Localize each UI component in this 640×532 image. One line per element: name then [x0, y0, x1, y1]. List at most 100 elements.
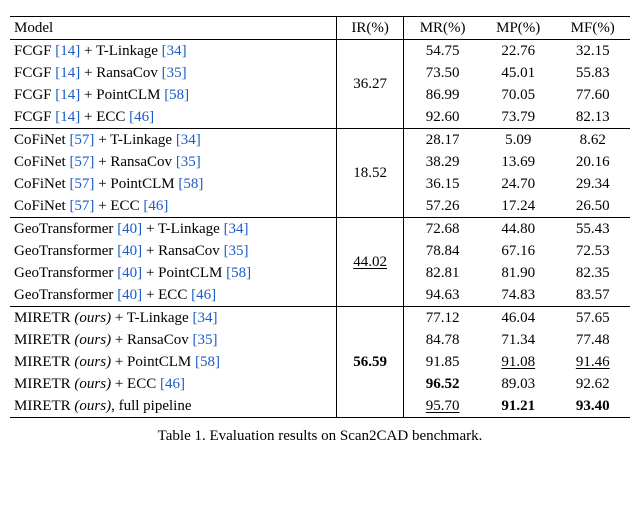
mp-cell: 13.69: [481, 151, 555, 173]
citation: [35]: [192, 332, 217, 348]
mr-cell: 57.26: [404, 195, 481, 218]
citation: [58]: [226, 265, 251, 281]
model-cell: FCGF [14] + ECC [46]: [10, 106, 336, 129]
mp-cell: 91.08: [481, 351, 555, 373]
citation: [40]: [117, 243, 142, 259]
citation: [14]: [55, 43, 80, 59]
col-mr: MR(%): [404, 17, 481, 40]
citation: [46]: [160, 376, 185, 392]
mp-cell: 24.70: [481, 173, 555, 195]
ir-cell: 36.27: [336, 40, 403, 129]
table-row: FCGF [14] + RansaCov [35]73.5045.0155.83: [10, 62, 630, 84]
model-cell: GeoTransformer [40] + RansaCov [35]: [10, 240, 336, 262]
mp-cell: 73.79: [481, 106, 555, 129]
citation: [14]: [55, 109, 80, 125]
table-row: MIRETR (ours) + RansaCov [35]84.7871.347…: [10, 329, 630, 351]
model-cell: MIRETR (ours) + T-Linkage [34]: [10, 307, 336, 330]
citation: [35]: [176, 154, 201, 170]
mf-cell: 82.35: [555, 262, 630, 284]
mr-cell: 82.81: [404, 262, 481, 284]
model-cell: FCGF [14] + T-Linkage [34]: [10, 40, 336, 63]
method-note: (ours): [74, 332, 111, 348]
table-row: MIRETR (ours) + T-Linkage [34]56.5977.12…: [10, 307, 630, 330]
mf-cell: 57.65: [555, 307, 630, 330]
mf-cell: 20.16: [555, 151, 630, 173]
mr-cell: 38.29: [404, 151, 481, 173]
model-cell: FCGF [14] + PointCLM [58]: [10, 84, 336, 106]
table-row: GeoTransformer [40] + T-Linkage [34]44.0…: [10, 218, 630, 241]
model-cell: CoFiNet [57] + PointCLM [58]: [10, 173, 336, 195]
mr-cell: 28.17: [404, 129, 481, 152]
model-cell: GeoTransformer [40] + ECC [46]: [10, 284, 336, 307]
mr-cell: 96.52: [404, 373, 481, 395]
citation: [57]: [69, 198, 94, 214]
ir-cell: 18.52: [336, 129, 403, 218]
mf-cell: 93.40: [555, 395, 630, 418]
mr-cell: 73.50: [404, 62, 481, 84]
mf-cell: 77.48: [555, 329, 630, 351]
model-cell: MIRETR (ours) + RansaCov [35]: [10, 329, 336, 351]
method-note: (ours): [74, 354, 111, 370]
mf-cell: 32.15: [555, 40, 630, 63]
method-note: (ours): [74, 310, 111, 326]
model-cell: CoFiNet [57] + ECC [46]: [10, 195, 336, 218]
mf-cell: 77.60: [555, 84, 630, 106]
mr-cell: 54.75: [404, 40, 481, 63]
mf-cell: 82.13: [555, 106, 630, 129]
mf-cell: 72.53: [555, 240, 630, 262]
ir-cell: 56.59: [336, 307, 403, 418]
mp-cell: 67.16: [481, 240, 555, 262]
table-row: CoFiNet [57] + RansaCov [35] 38.2913.6920…: [10, 151, 630, 173]
mf-cell: 55.43: [555, 218, 630, 241]
citation: [35]: [162, 65, 187, 81]
col-mf: MF(%): [555, 17, 630, 40]
mr-cell: 72.68: [404, 218, 481, 241]
mf-cell: 91.46: [555, 351, 630, 373]
table-row: FCGF [14] + ECC [46] 92.6073.7982.13: [10, 106, 630, 129]
model-cell: FCGF [14] + RansaCov [35]: [10, 62, 336, 84]
mf-cell: 83.57: [555, 284, 630, 307]
citation: [57]: [69, 176, 94, 192]
mr-cell: 91.85: [404, 351, 481, 373]
table-row: MIRETR (ours) + ECC [46]96.5289.0392.62: [10, 373, 630, 395]
model-cell: MIRETR (ours) + ECC [46]: [10, 373, 336, 395]
model-cell: MIRETR (ours) + PointCLM [58]: [10, 351, 336, 373]
citation: [40]: [117, 287, 142, 303]
results-table: Model IR(%) MR(%) MP(%) MF(%) FCGF [14] …: [10, 16, 630, 445]
table-row: GeoTransformer [40] + PointCLM [58] 82.81…: [10, 262, 630, 284]
mp-cell: 70.05: [481, 84, 555, 106]
model-cell: CoFiNet [57] + RansaCov [35]: [10, 151, 336, 173]
mp-cell: 22.76: [481, 40, 555, 63]
model-cell: GeoTransformer [40] + PointCLM [58]: [10, 262, 336, 284]
model-cell: GeoTransformer [40] + T-Linkage [34]: [10, 218, 336, 241]
citation: [46]: [191, 287, 216, 303]
mr-cell: 78.84: [404, 240, 481, 262]
citation: [57]: [69, 154, 94, 170]
mr-cell: 95.70: [404, 395, 481, 418]
col-mp: MP(%): [481, 17, 555, 40]
mr-cell: 77.12: [404, 307, 481, 330]
citation: [35]: [224, 243, 249, 259]
model-cell: MIRETR (ours), full pipeline: [10, 395, 336, 418]
citation: [14]: [55, 65, 80, 81]
table-row: CoFiNet [57] + T-Linkage [34]18.5228.175…: [10, 129, 630, 152]
citation: [40]: [117, 221, 142, 237]
citation: [46]: [143, 198, 168, 214]
model-cell: CoFiNet [57] + T-Linkage [34]: [10, 129, 336, 152]
mp-cell: 17.24: [481, 195, 555, 218]
mf-cell: 55.83: [555, 62, 630, 84]
mf-cell: 92.62: [555, 373, 630, 395]
citation: [57]: [69, 132, 94, 148]
citation: [34]: [192, 310, 217, 326]
mf-cell: 8.62: [555, 129, 630, 152]
mp-cell: 74.83: [481, 284, 555, 307]
citation: [58]: [178, 176, 203, 192]
mr-cell: 92.60: [404, 106, 481, 129]
citation: [46]: [129, 109, 154, 125]
mr-cell: 86.99: [404, 84, 481, 106]
table-row: CoFiNet [57] + ECC [46]57.2617.2426.50: [10, 195, 630, 218]
mp-cell: 44.80: [481, 218, 555, 241]
mr-cell: 36.15: [404, 173, 481, 195]
citation: [40]: [117, 265, 142, 281]
mp-cell: 46.04: [481, 307, 555, 330]
